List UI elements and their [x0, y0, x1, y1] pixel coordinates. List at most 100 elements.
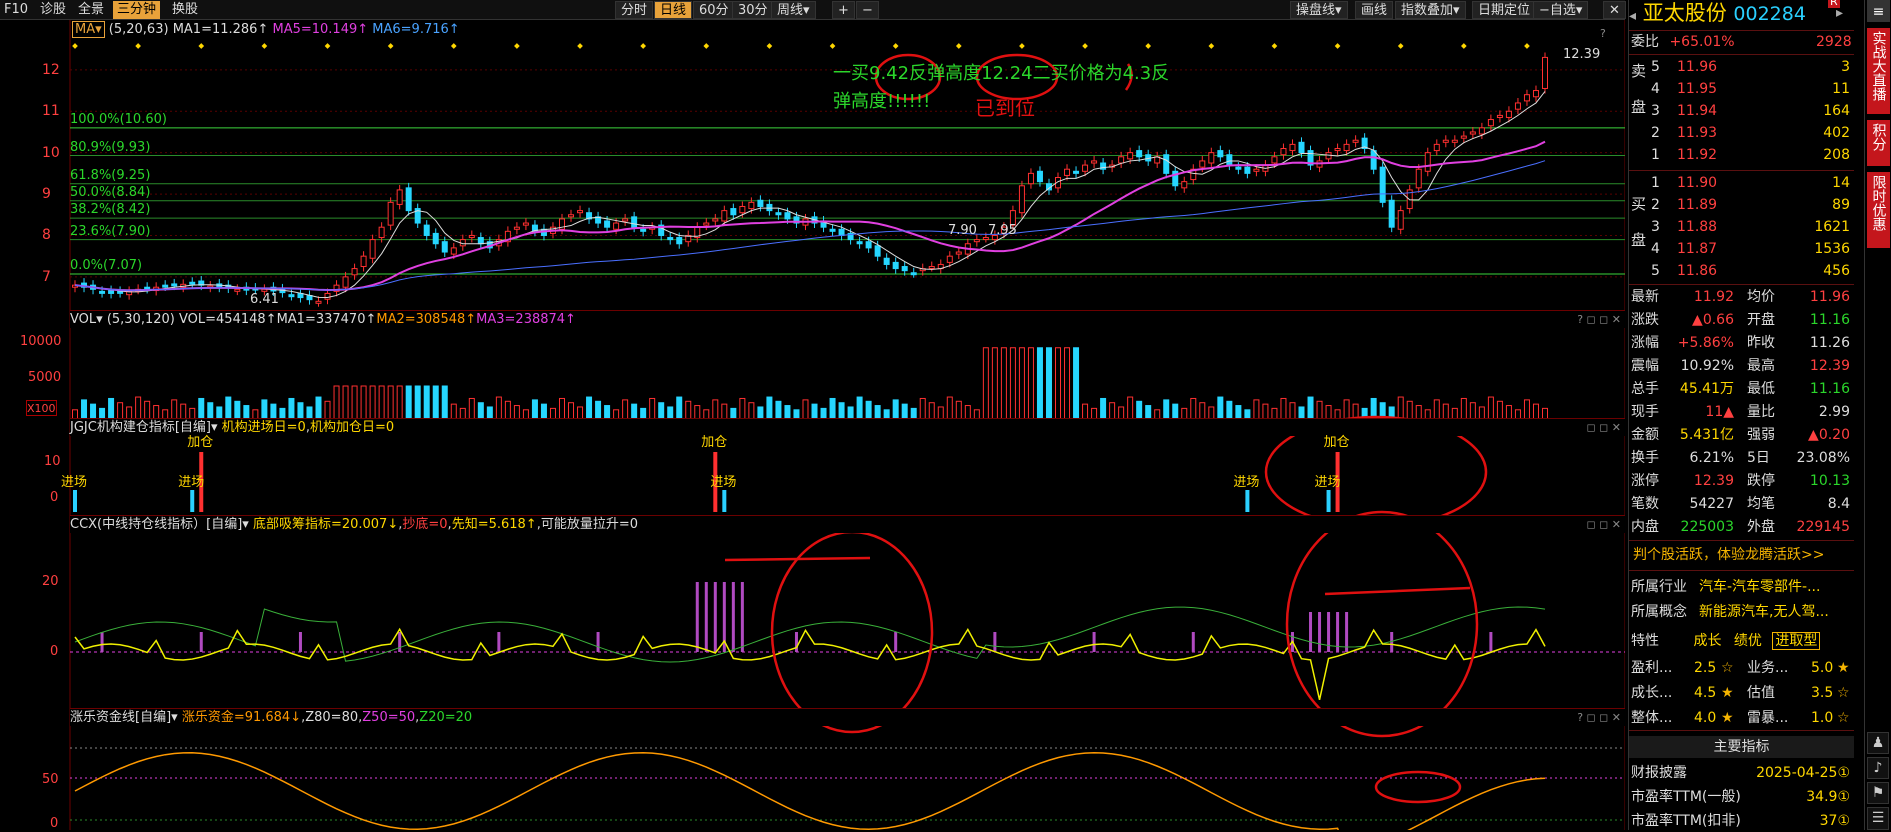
candle-body — [396, 189, 403, 205]
stat-label: 外盘 — [1747, 519, 1775, 535]
volume-bar — [288, 397, 295, 421]
next-stock-icon[interactable]: ▸ — [1836, 0, 1843, 26]
ccx-selector[interactable]: CCX(中线持仓线指标）[自编]▾ — [70, 517, 249, 532]
live-stream-tab[interactable]: 实战大直播 — [1867, 28, 1890, 114]
stat-value: 2.99 — [1818, 404, 1850, 420]
candle-body — [604, 220, 611, 228]
stat-row: 涨停 12.39 跌停 10.13 — [1629, 470, 1854, 492]
period-tab-daily[interactable]: 日线 — [654, 1, 693, 19]
volume-bar — [1009, 347, 1016, 421]
bid-row[interactable]: 5 11.86 456 — [1629, 260, 1854, 282]
bid-price: 11.86 — [1677, 263, 1718, 279]
star-icon: ☆ — [1837, 710, 1850, 726]
fib-label: 50.0%(8.84) — [70, 184, 151, 200]
indicator-row: 市盈率TTM(一般) 34.9① — [1629, 786, 1854, 808]
volume-bar — [1460, 397, 1467, 421]
ma-type-selector[interactable]: MA▾ — [72, 21, 105, 38]
ask-level: 1 — [1651, 147, 1660, 163]
signal-marker — [892, 43, 899, 49]
bid-row[interactable]: 3 11.88 1621 — [1629, 216, 1854, 238]
trait-bluechip: 绩优 — [1733, 633, 1762, 649]
bid-level: 2 — [1651, 197, 1660, 213]
zl-panel-controls[interactable]: ? ◻ ◻ ✕ — [1577, 709, 1621, 727]
jgjc-selector[interactable]: JGJC机构建仓指标[自编]▾ — [70, 420, 218, 435]
vol-selector[interactable]: VOL▾ — [70, 312, 103, 327]
volume-bar — [342, 385, 349, 421]
three-minute-button[interactable]: 三分钟 — [113, 1, 161, 19]
bid-row[interactable]: 2 11.89 89 — [1629, 194, 1854, 216]
industry-value[interactable]: 汽车-汽车零部件-... — [1699, 579, 1820, 595]
volume-bar — [387, 385, 394, 421]
user-icon[interactable]: ♟ — [1867, 732, 1889, 754]
zl-selector[interactable]: 涨乐资金线[自编]▾ — [70, 710, 178, 725]
candle-body — [1181, 181, 1188, 189]
ask-row[interactable]: 1 11.92 208 — [1629, 144, 1854, 166]
candle-body — [1073, 170, 1080, 174]
ask-row[interactable]: 4 11.95 11 — [1629, 78, 1854, 100]
bid-level: 5 — [1651, 263, 1660, 279]
entry-bar — [1245, 490, 1250, 512]
volume-bar — [1397, 396, 1404, 421]
activity-promo-link[interactable]: 判个股活跃，体验龙腾活跃>> — [1633, 544, 1824, 566]
period-tab-intraday[interactable]: 分时 — [615, 1, 654, 19]
candle-body — [766, 203, 773, 212]
switch-stock-button[interactable]: 换股 — [168, 1, 202, 19]
flag-icon[interactable]: ⚑ — [1867, 782, 1889, 804]
help-icon[interactable]: ? — [1600, 26, 1606, 42]
candle-body — [721, 210, 728, 222]
watchlist-menu[interactable]: −自选▾ — [1533, 1, 1589, 19]
bid-row[interactable]: 4 11.87 1536 — [1629, 238, 1854, 260]
rating-value: 3.5 — [1811, 685, 1834, 701]
volume-bar — [360, 385, 367, 421]
date-locate-button[interactable]: 日期定位 — [1472, 1, 1537, 19]
fullview-button[interactable]: 全景 — [74, 1, 108, 19]
vol-tick-10000: 10000 — [20, 334, 62, 349]
stock-name: 亚太股份 — [1642, 1, 1727, 25]
zoom-in-button[interactable]: + — [832, 1, 855, 19]
candle-body — [378, 226, 385, 239]
industry-label: 所属行业 — [1631, 579, 1687, 595]
limited-offer-tab[interactable]: 限时优惠 — [1867, 172, 1890, 248]
candle-body — [928, 266, 935, 270]
vol-panel-controls[interactable]: ? ◻ ◻ ✕ — [1577, 311, 1621, 329]
ask-price: 11.96 — [1677, 59, 1718, 75]
zoom-out-button[interactable]: − — [856, 1, 879, 19]
limited-offer-label: 限时优惠 — [1870, 175, 1887, 231]
ask-row[interactable]: 3 11.94 164 — [1629, 100, 1854, 122]
ask-price: 11.95 — [1677, 81, 1718, 97]
ccx-bar — [1191, 632, 1195, 652]
collapse-icon[interactable]: ≡ — [1867, 0, 1890, 22]
ccx-panel-controls[interactable]: ◻ ◻ ✕ — [1587, 516, 1621, 534]
ask-row[interactable]: 5 11.96 3 — [1629, 56, 1854, 78]
index-overlay-menu[interactable]: 指数叠加▾ — [1395, 1, 1466, 19]
chart-area[interactable]: MA▾ (5,20,63) MA1=11.286↑ MA5=10.149↑ MA… — [0, 20, 1625, 831]
settings-icon[interactable]: ☰ — [1867, 807, 1889, 830]
candle-body — [1542, 56, 1548, 89]
ccx-tick-20: 20 — [42, 574, 59, 589]
volume-bar — [739, 397, 746, 421]
bell-icon[interactable]: ♪ — [1867, 757, 1889, 779]
diagnose-button[interactable]: 诊股 — [36, 1, 70, 19]
concept-value[interactable]: 新能源汽车,无人驾... — [1699, 604, 1829, 620]
points-tab[interactable]: 积分 — [1867, 120, 1890, 166]
f10-button[interactable]: F10 — [0, 1, 32, 19]
volume-bar — [468, 397, 475, 421]
prev-stock-icon[interactable]: ◂ — [1629, 8, 1636, 24]
star-icon: ★ — [1837, 660, 1850, 676]
ops-line-menu[interactable]: 操盘线▾ — [1290, 1, 1348, 19]
bid-row[interactable]: 1 11.90 14 — [1629, 172, 1854, 194]
ask-row[interactable]: 2 11.93 402 — [1629, 122, 1854, 144]
period-tab-60min[interactable]: 60分 — [693, 1, 735, 19]
candle-body — [1487, 119, 1494, 127]
period-tab-30min[interactable]: 30分 — [732, 1, 774, 19]
candle-body — [351, 268, 358, 276]
ccx-surge-value: 可能放量拉升=0 — [540, 517, 639, 532]
close-icon[interactable]: ✕ — [1603, 1, 1626, 19]
jgjc-panel-controls[interactable]: ◻ ◻ ✕ — [1587, 419, 1621, 437]
candle-body — [315, 300, 322, 304]
volume-bar — [135, 396, 142, 421]
ask-volume: 11 — [1832, 81, 1850, 97]
period-tab-weekly[interactable]: 周线▾ — [771, 1, 816, 19]
draw-line-button[interactable]: 画线 — [1355, 1, 1394, 19]
candle-body — [342, 276, 349, 288]
